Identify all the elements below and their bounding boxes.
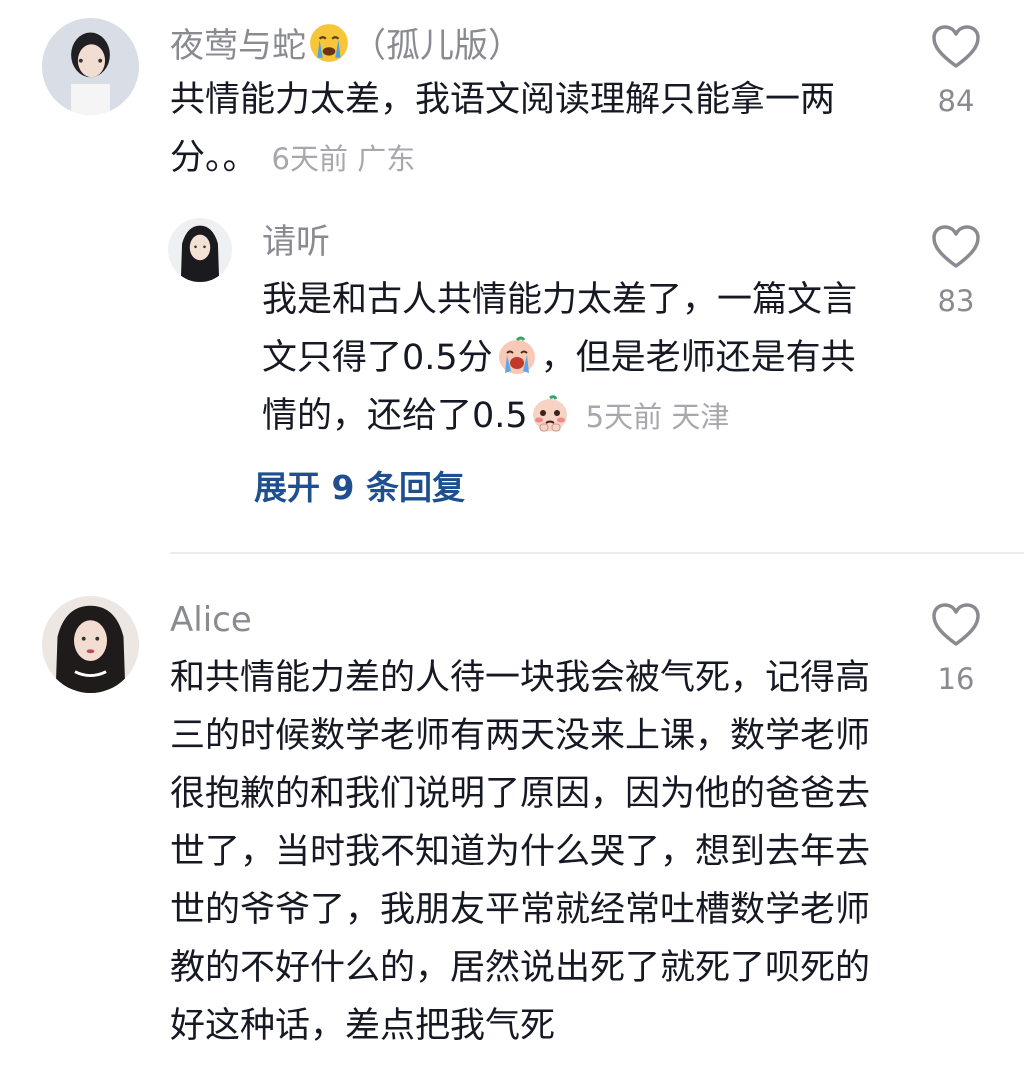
heart-icon[interactable] xyxy=(931,224,981,270)
comment-location: 广东 xyxy=(357,142,416,176)
reply-username[interactable]: 请听 xyxy=(262,222,330,262)
heart-icon[interactable] xyxy=(931,602,981,648)
avatar[interactable] xyxy=(42,18,139,115)
comment-username[interactable]: 夜莺与蛇 （孤儿版） xyxy=(170,22,522,66)
like-count: 16 xyxy=(937,662,975,696)
like-count: 84 xyxy=(937,84,975,118)
reply-text: 我是和古人共情能力太差了，一篇文言文只得了0.5分 ，但是老师还是有共情的，还给… xyxy=(262,271,862,446)
comment-meta: 6天前 广东 xyxy=(272,142,416,176)
pleading-face-emoji-icon xyxy=(530,393,570,433)
divider xyxy=(170,552,1024,554)
reply-meta: 5天前 天津 xyxy=(586,400,730,434)
comment-username[interactable]: Alice xyxy=(170,600,252,640)
heart-icon[interactable] xyxy=(931,24,981,70)
crying-face-emoji-icon xyxy=(308,22,350,64)
expand-replies-button[interactable]: 展开 9 条回复 xyxy=(254,467,465,509)
like-count: 83 xyxy=(937,284,975,318)
username-suffix: （孤儿版） xyxy=(352,26,522,66)
comment-body: 共情能力太差，我语文阅读理解只能拿一两分。。 xyxy=(170,80,836,178)
comment-text: 和共情能力差的人待一块我会被气死，记得高三的时候数学老师有两天没来上课，数学老师… xyxy=(170,658,871,1046)
crying-baby-emoji-icon xyxy=(495,333,539,377)
username-text: 夜莺与蛇 xyxy=(170,26,306,66)
reply-location: 天津 xyxy=(671,400,730,434)
reply-time: 5天前 xyxy=(585,400,663,434)
avatar[interactable] xyxy=(42,596,139,693)
comment-time: 6天前 xyxy=(271,142,348,176)
reply-avatar[interactable] xyxy=(168,218,232,282)
comment-text: 共情能力太差，我语文阅读理解只能拿一两分。。 6天前 广东 xyxy=(170,71,890,188)
